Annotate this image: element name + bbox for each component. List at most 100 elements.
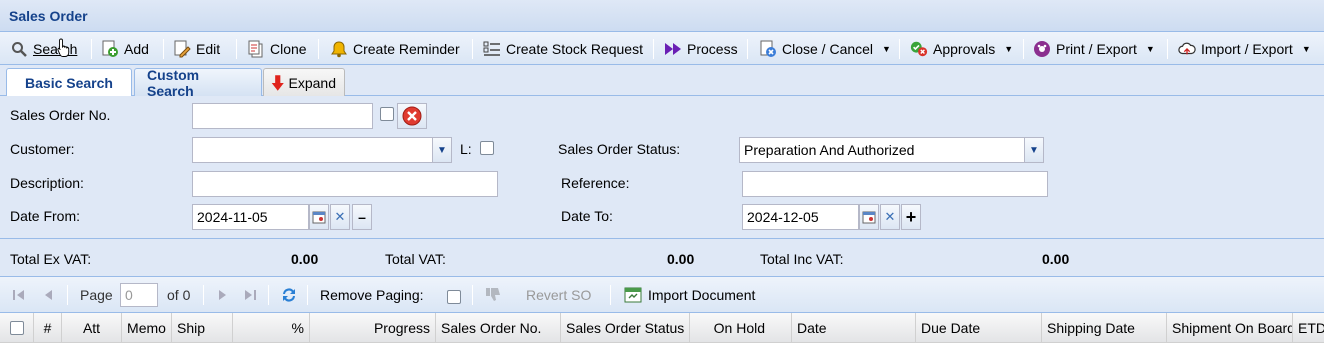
- import-document-icon: [624, 287, 642, 303]
- close-cancel-button[interactable]: Close / Cancel ▼: [759, 32, 891, 65]
- checklist-icon: [483, 40, 501, 58]
- arrow-down-icon: [271, 74, 284, 91]
- chevron-down-icon: ▼: [1145, 43, 1155, 54]
- last-page-icon[interactable]: [243, 277, 257, 313]
- date-to-picker[interactable]: [859, 204, 879, 230]
- column-header[interactable]: Att: [62, 313, 122, 343]
- approvals-button[interactable]: Approvals ▼: [910, 32, 1013, 65]
- select-all-header[interactable]: [0, 313, 34, 343]
- column-header[interactable]: On Hold: [690, 313, 792, 343]
- tab-basic-search-label: Basic Search: [25, 75, 113, 91]
- total-ex-vat-value: 0.00: [291, 251, 319, 267]
- column-header[interactable]: Memo: [122, 313, 172, 343]
- toolbar-divider: [653, 39, 654, 59]
- total-vat-label: Total VAT:: [385, 251, 446, 267]
- remove-paging-checkbox[interactable]: [447, 290, 461, 304]
- sales-order-no-label: Sales Order No.: [10, 107, 111, 123]
- column-header[interactable]: Date: [792, 313, 916, 343]
- column-header[interactable]: Ship: [172, 313, 233, 343]
- select-all-checkbox[interactable]: [9, 321, 24, 335]
- basic-search-form: Sales Order No. Customer: ▼ L: Sales Ord…: [0, 96, 1324, 238]
- date-to-input[interactable]: [742, 204, 859, 230]
- date-from-picker[interactable]: [309, 204, 329, 230]
- page-number-input[interactable]: [120, 283, 158, 307]
- date-from-minus[interactable]: –: [352, 204, 372, 230]
- create-reminder-button[interactable]: Create Reminder: [330, 32, 460, 65]
- calendar-icon: [862, 211, 876, 224]
- document-close-icon: [759, 40, 777, 58]
- toolbar-divider: [163, 39, 164, 59]
- toolbar-divider: [236, 39, 237, 59]
- column-header[interactable]: Sales Order Status: [561, 313, 690, 343]
- customer-dropdown-trigger[interactable]: ▼: [432, 137, 452, 163]
- toolbar-divider: [91, 39, 92, 59]
- expand-button[interactable]: Expand: [263, 68, 345, 96]
- close-cancel-label: Close / Cancel: [782, 40, 874, 57]
- column-header[interactable]: Progress: [310, 313, 436, 343]
- next-page-icon[interactable]: [215, 277, 229, 313]
- calendar-icon: [312, 211, 326, 224]
- bell-icon: [330, 40, 348, 58]
- process-label: Process: [687, 40, 738, 57]
- customer-combo-input[interactable]: [192, 137, 433, 163]
- description-input[interactable]: [192, 171, 498, 197]
- add-button[interactable]: Add: [101, 32, 149, 65]
- print-export-label: Print / Export: [1056, 40, 1137, 57]
- column-header[interactable]: %: [233, 313, 310, 343]
- create-reminder-label: Create Reminder: [353, 40, 460, 57]
- add-document-icon: [101, 40, 119, 58]
- chevron-down-icon: ▼: [882, 43, 891, 54]
- refresh-icon[interactable]: [280, 277, 298, 313]
- column-header[interactable]: Due Date: [916, 313, 1042, 343]
- tab-custom-search[interactable]: Custom Search: [134, 67, 262, 99]
- expand-label: Expand: [288, 74, 336, 91]
- clear-icon: [402, 106, 422, 126]
- revert-so-button[interactable]: Revert SO: [526, 277, 591, 313]
- totals-bar: Total Ex VAT: 0.00 Total VAT: 0.00 Total…: [0, 238, 1324, 277]
- l-label: L:: [460, 141, 472, 157]
- import-document-button[interactable]: Import Document: [624, 277, 755, 313]
- total-vat-value: 0.00: [667, 251, 695, 267]
- sales-order-status-select[interactable]: [739, 137, 1025, 163]
- column-header[interactable]: Sales Order No.: [436, 313, 561, 343]
- l-checkbox[interactable]: [480, 141, 494, 155]
- date-from-input[interactable]: [192, 204, 309, 230]
- edit-button[interactable]: Edit: [173, 32, 220, 65]
- print-export-button[interactable]: Print / Export ▼: [1033, 32, 1155, 65]
- clone-button[interactable]: Clone: [247, 32, 307, 65]
- date-from-clear[interactable]: ✕: [330, 204, 350, 230]
- approvals-label: Approvals: [933, 40, 996, 57]
- magnifier-icon: [10, 40, 28, 58]
- clear-button[interactable]: [397, 103, 427, 129]
- customer-label: Customer:: [10, 141, 75, 157]
- clone-label: Clone: [270, 40, 307, 57]
- first-page-icon[interactable]: [12, 277, 26, 313]
- import-export-label: Import / Export: [1201, 40, 1293, 57]
- page-label: Page: [80, 287, 113, 303]
- column-header[interactable]: ETD: [1293, 313, 1324, 343]
- search-tabstrip: Basic Search Custom Search Expand: [0, 65, 1324, 99]
- chevron-down-icon: ▼: [1301, 43, 1311, 54]
- toolbar-divider: [899, 39, 900, 59]
- create-stock-request-button[interactable]: Create Stock Request: [483, 32, 643, 65]
- date-to-clear[interactable]: ✕: [880, 204, 900, 230]
- import-export-button[interactable]: Import / Export ▼: [1178, 32, 1311, 65]
- edit-label: Edit: [196, 40, 221, 57]
- column-header[interactable]: Shipment On Board: [1167, 313, 1293, 343]
- sales-order-no-checkbox[interactable]: [380, 107, 394, 121]
- toolbar-divider: [1167, 39, 1168, 59]
- prev-page-icon[interactable]: [42, 277, 56, 313]
- date-from-label: Date From:: [10, 208, 81, 224]
- sales-order-no-input[interactable]: [192, 103, 373, 129]
- sales-order-status-label: Sales Order Status:: [558, 141, 681, 157]
- status-dropdown-trigger[interactable]: ▼: [1024, 137, 1044, 163]
- tab-basic-search[interactable]: Basic Search: [6, 68, 132, 97]
- reference-input[interactable]: [742, 171, 1048, 197]
- toolbar-divider: [472, 39, 473, 59]
- process-button[interactable]: Process: [664, 32, 738, 65]
- reference-label: Reference:: [561, 175, 630, 191]
- column-header[interactable]: Shipping Date: [1042, 313, 1167, 343]
- date-to-plus[interactable]: +: [901, 204, 921, 230]
- column-header[interactable]: #: [34, 313, 62, 343]
- toolbar-divider: [747, 39, 748, 59]
